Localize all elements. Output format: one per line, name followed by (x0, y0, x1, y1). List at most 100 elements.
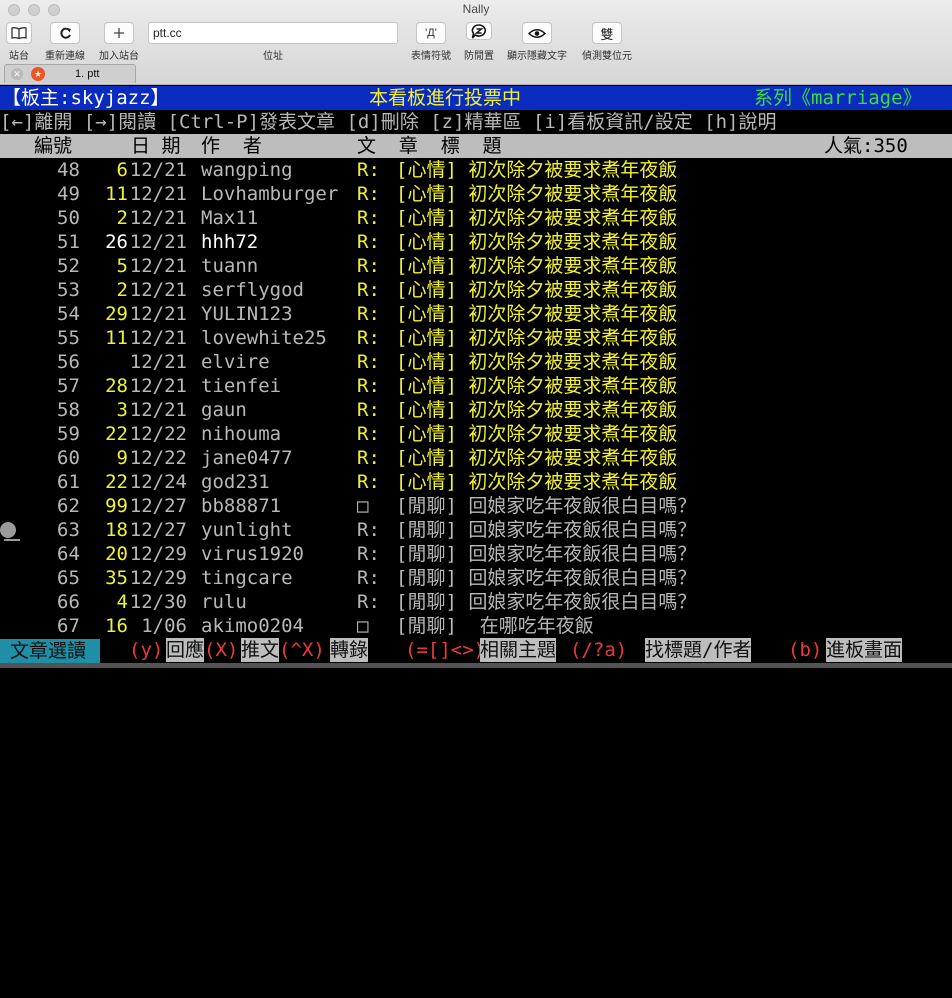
post-date: 12/27 (129, 519, 187, 541)
post-date: 12/21 (129, 279, 187, 301)
post-author: lovewhite25 (201, 327, 327, 349)
post-title: [心情] 初次除夕被要求煮年夜飯 (396, 207, 678, 229)
post-number: 49 (57, 183, 80, 205)
post-row[interactable]: 65 35 12/29 tingcare R: [閒聊] 回娘家吃年夜飯很白目嗎？ (0, 566, 952, 590)
post-row[interactable]: 62 99 12/27 bb88871 □ [閒聊] 回娘家吃年夜飯很白目嗎？ (0, 494, 952, 518)
tab-ptt[interactable]: ✕ ★ 1. ptt (4, 64, 136, 83)
reply-mark: R: (357, 231, 380, 253)
tab-title: 1. ptt (75, 68, 100, 80)
post-row[interactable]: 50 2 12/21 Max11 R: [心情] 初次除夕被要求煮年夜飯 (0, 206, 952, 230)
post-number: 50 (57, 207, 80, 229)
post-title: [心情] 初次除夕被要求煮年夜飯 (396, 327, 678, 349)
key-reply: (y) (129, 639, 164, 661)
post-author: Lovhamburger (201, 183, 339, 205)
post-author: akimo0204 (201, 615, 304, 637)
cursor-indicator (0, 522, 16, 538)
post-author: rulu (201, 591, 247, 613)
emoticon-button[interactable]: 'Д' (416, 22, 446, 44)
post-author: gaun (201, 399, 247, 421)
post-row[interactable]: 48 6 12/21 wangping R: [心情] 初次除夕被要求煮年夜飯 (0, 158, 952, 182)
post-author: tingcare (201, 567, 293, 589)
post-number: 52 (57, 255, 80, 277)
post-number: 67 (57, 615, 80, 637)
post-title: [心情] 初次除夕被要求煮年夜飯 (396, 375, 678, 397)
post-row[interactable]: 55 11 12/21 lovewhite25 R: [心情] 初次除夕被要求煮年夜飯 (0, 326, 952, 350)
double-byte-icon: 雙 (600, 26, 614, 42)
emoticon-icon: 'Д' (425, 27, 437, 39)
reply-mark: R: (357, 375, 380, 397)
post-author: serflygod (201, 279, 304, 301)
post-row[interactable]: 56 12/21 elvire R: [心情] 初次除夕被要求煮年夜飯 (0, 350, 952, 374)
push-count: 6 (116, 159, 128, 181)
reply-mark: R: (357, 303, 380, 325)
close-tab-icon[interactable]: ✕ (11, 68, 23, 80)
post-row[interactable]: 58 3 12/21 gaun R: [心情] 初次除夕被要求煮年夜飯 (0, 398, 952, 422)
reply-mark: R: (357, 471, 380, 493)
post-title: [心情] 初次除夕被要求煮年夜飯 (396, 303, 678, 325)
post-author: elvire (201, 351, 270, 373)
address-input[interactable] (148, 22, 398, 44)
key-push: (X) (204, 639, 239, 661)
post-row[interactable]: 61 22 12/24 god231 R: [心情] 初次除夕被要求煮年夜飯 (0, 470, 952, 494)
post-title: [心情] 初次除夕被要求煮年夜飯 (396, 423, 678, 445)
post-author: tienfei (201, 375, 282, 397)
reply-mark: R: (357, 327, 380, 349)
speech-bubble-icon (471, 23, 487, 39)
post-title: [閒聊] 回娘家吃年夜飯很白目嗎？ (396, 543, 697, 565)
push-count: 35 (105, 567, 128, 589)
terminal-screen[interactable]: 【板主:skyjazz】 本看板進行投票中 系列《marriage》 [←]離開… (0, 85, 952, 668)
post-row[interactable]: 59 22 12/22 nihouma R: [心情] 初次除夕被要求煮年夜飯 (0, 422, 952, 446)
post-title: [閒聊] 在哪吃年夜飯 (396, 615, 594, 637)
anti-idle-label: 防閒置 (464, 51, 494, 62)
sites-label: 站台 (9, 51, 29, 62)
reply-mark: R: (357, 351, 380, 373)
popularity: 人氣:350 (824, 135, 908, 157)
post-row[interactable]: 66 4 12/30 rulu R: [閒聊] 回娘家吃年夜飯很白目嗎？ (0, 590, 952, 614)
post-row[interactable]: 60 9 12/22 jane0477 R: [心情] 初次除夕被要求煮年夜飯 (0, 446, 952, 470)
show-hidden-text-button[interactable] (522, 22, 552, 44)
post-title: [心情] 初次除夕被要求煮年夜飯 (396, 159, 678, 181)
title-bar: Nally (0, 0, 952, 18)
add-site-button[interactable] (104, 22, 134, 44)
post-date: 12/21 (129, 207, 187, 229)
push-count: 99 (105, 495, 128, 517)
sites-button[interactable] (6, 22, 32, 44)
post-row[interactable]: 49 11 12/21 Lovhamburger R: [心情] 初次除夕被要求煮年夜飯 (0, 182, 952, 206)
post-author: Max11 (201, 207, 259, 229)
post-date: 12/27 (129, 495, 187, 517)
push-count: 22 (105, 423, 128, 445)
push-count: 11 (105, 183, 128, 205)
post-author: YULIN123 (201, 303, 293, 325)
detect-double-byte-button[interactable]: 雙 (592, 22, 622, 44)
push-count: 5 (116, 255, 128, 277)
post-number: 60 (57, 447, 80, 469)
push-count: 28 (105, 375, 128, 397)
post-row[interactable]: 54 29 12/21 YULIN123 R: [心情] 初次除夕被要求煮年夜飯 (0, 302, 952, 326)
reply-mark: □ (357, 495, 369, 517)
post-number: 57 (57, 375, 80, 397)
post-author: nihouma (201, 423, 282, 445)
post-date: 12/22 (129, 447, 187, 469)
vote-notice: 本看板進行投票中 (369, 87, 522, 109)
post-number: 64 (57, 543, 80, 565)
post-row[interactable]: 63 18 12/27 yunlight R: [閒聊] 回娘家吃年夜飯很白目嗎？ (0, 518, 952, 542)
post-author: bb88871 (201, 495, 282, 517)
post-row[interactable]: 57 28 12/21 tienfei R: [心情] 初次除夕被要求煮年夜飯 (0, 374, 952, 398)
post-title: [心情] 初次除夕被要求煮年夜飯 (396, 255, 678, 277)
post-date: 12/22 (129, 423, 187, 445)
anti-idle-button[interactable] (466, 22, 492, 40)
post-row[interactable]: 64 20 12/29 virus1920 R: [閒聊] 回娘家吃年夜飯很白目嗎？ (0, 542, 952, 566)
post-row[interactable]: 52 5 12/21 tuann R: [心情] 初次除夕被要求煮年夜飯 (0, 254, 952, 278)
post-author: yunlight (201, 519, 293, 541)
window-chrome: Nally 站台 重新連線 加入站台 位址 'Д' 表情符號 防閒置 (0, 0, 952, 85)
post-row[interactable]: 53 2 12/21 serflygod R: [心情] 初次除夕被要求煮年夜飯 (0, 278, 952, 302)
push-count: 9 (116, 447, 128, 469)
post-row[interactable]: 51 26 12/21 hhh72 R: [心情] 初次除夕被要求煮年夜飯 (0, 230, 952, 254)
post-row[interactable]: 67 16 1/06 akimo0204 □ [閒聊] 在哪吃年夜飯 (0, 614, 952, 638)
post-number: 62 (57, 495, 80, 517)
push-count: 18 (105, 519, 128, 541)
post-date: 12/21 (129, 231, 187, 253)
reconnect-button[interactable] (50, 22, 80, 44)
post-author: hhh72 (201, 231, 259, 253)
key-search: (/?a) (570, 639, 628, 661)
